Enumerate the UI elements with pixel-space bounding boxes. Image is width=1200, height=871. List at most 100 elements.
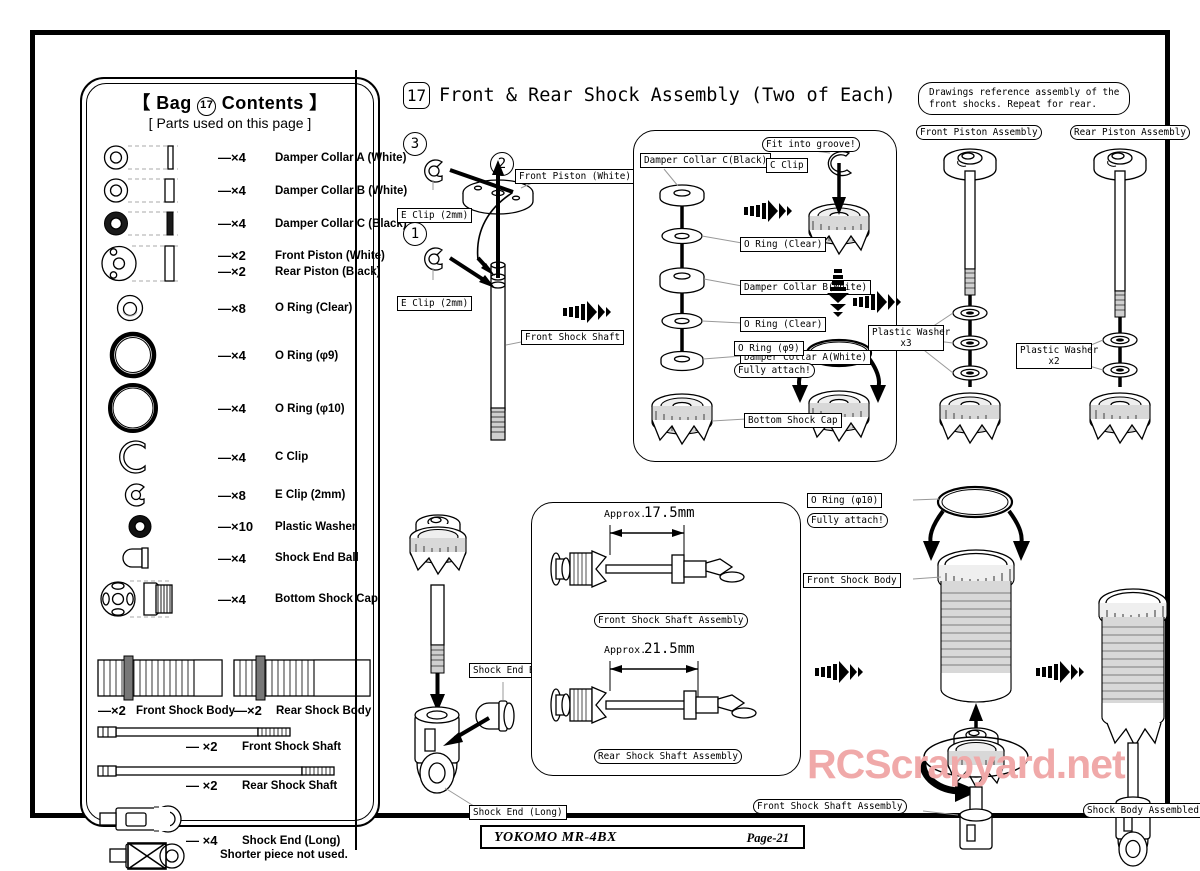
rear-shaft-group: — ×2 Rear Shock Shaft (94, 764, 374, 794)
part-row-bottom-shock-cap: —×4 Bottom Shock Cap (92, 574, 378, 624)
front-shaft-group: — ×2 Front Shock Shaft (94, 725, 374, 755)
bottom-shock-cap-icon (100, 574, 218, 624)
oring-phi9-icon (100, 329, 218, 382)
damper-collar-a-qty: —×4 (218, 150, 246, 165)
part-row-plastic-washer: —×10 Plastic Washer (92, 511, 368, 542)
front-plastic-washer-callout: Plastic Washer x3 (868, 325, 951, 351)
rear-washer-label: Plastic Washer (1020, 345, 1099, 356)
damper-collar-a-label: Damper Collar A (White) (275, 151, 407, 164)
shock-end-long-callout: Shock End (Long) (469, 805, 567, 820)
oring-clear-callout-1: O Ring (Clear) (740, 237, 827, 252)
footer-brand: YOKOMO MR-4BX (494, 830, 617, 845)
damper-collar-c-qty: —×4 (218, 216, 246, 231)
bottom-shock-cap-callout: Bottom Shock Cap (744, 413, 842, 428)
bottom-shock-cap-label: Bottom Shock Cap (275, 593, 378, 605)
c-clip-label: C Clip (275, 451, 309, 463)
damper-collar-b-qty: —×4 (218, 183, 246, 198)
process-arrow-down (827, 269, 849, 317)
e-clip-label: E Clip (2mm) (275, 489, 346, 501)
oring-phi10-icon (100, 382, 218, 435)
page-footer: YOKOMO MR-4BX Page-21 (480, 825, 805, 849)
oring-phi9-qty: —×4 (218, 348, 246, 363)
note-line-1: Drawings reference assembly of the (929, 87, 1120, 98)
bag-title-prefix: 【 Bag (132, 93, 198, 113)
rear-shaft-assembly-caption: Rear Shock Shaft Assembly (594, 749, 742, 764)
oring-clear-icon (100, 287, 218, 329)
shaft-eclip-diagram: 3 1 2 E Clip (2mm) E Clip (2mm) Front Pi… (393, 130, 643, 460)
process-arrow-1 (563, 301, 611, 323)
front-shaft-measure-block: Approx. 17.5mm Front Shock Shaft Assembl… (532, 503, 800, 639)
process-arrow-5 (1036, 661, 1084, 683)
shock-bodies-icon (97, 655, 371, 701)
shock-end-ball-label: Shock End Ball (275, 552, 359, 564)
rear-piston-qty: —×2 (218, 263, 246, 279)
rear-shock-shaft-icon (97, 765, 335, 777)
shock-end-ball-icon (100, 542, 218, 574)
c-clip-icon (100, 435, 218, 479)
part-row-oring-clear: —×8 O Ring (Clear) (92, 287, 368, 329)
damper-collar-b-icon (100, 174, 218, 207)
e-clip-qty: —×8 (218, 487, 246, 503)
not-used-label: Shorter piece not used. (220, 849, 348, 861)
shorter-piece-crossed-icon (109, 842, 185, 870)
step-number-badge: 17 (403, 82, 430, 109)
process-arrow-3 (853, 291, 901, 313)
page-frame: 【 Bag 17 Contents 】 [ Parts used on this… (30, 30, 1200, 870)
rear-shaft-qty: — ×2 (186, 778, 218, 793)
part-row-e-clip: —×8 E Clip (2mm) (92, 479, 368, 511)
front-shaft-qty: — ×2 (186, 739, 218, 754)
oring-clear-label: O Ring (Clear) (275, 302, 353, 314)
front-piston-callout: Front Piston (White) (515, 169, 635, 184)
part-row-c-clip: —×4 C Clip (92, 435, 368, 479)
bag-contents-title: 【 Bag 17 Contents 】 (82, 89, 378, 116)
oring-phi10-label: O Ring (φ10) (275, 402, 345, 415)
bag-contents-panel: 【 Bag 17 Contents 】 [ Parts used on this… (80, 77, 407, 870)
plastic-washer-icon (100, 511, 218, 542)
process-arrow-4 (815, 661, 863, 683)
rear-plastic-washer-callout: Plastic Washer x2 (1016, 343, 1099, 369)
oring-phi9-label: O Ring (φ9) (275, 349, 339, 362)
bag-subtitle: [ Parts used on this page ] (148, 115, 312, 131)
damper-collar-c-callout: Damper Collar C(Black) (640, 153, 772, 168)
oring-clear-qty: —×8 (218, 300, 246, 316)
process-arrow-2 (744, 200, 792, 222)
part-row-damper-collar-b: —×4 Damper Collar B (White) (92, 174, 407, 207)
plastic-washer-qty: —×10 (218, 519, 254, 534)
rear-shaft-measure-block: Approx. 21.5mm Rear Shock Shaft Assembly (532, 639, 800, 775)
front-shaft-assembly-caption: Front Shock Shaft Assembly (594, 613, 748, 628)
shock-bodies-group: —×2 Front Shock Body —×2 Rear Shock Body (94, 654, 374, 719)
front-shaft-label: Front Shock Shaft (242, 741, 342, 753)
front-shaft-assembly-callout: Front Shock Shaft Assembly (753, 799, 907, 814)
panel-divider (355, 70, 357, 850)
reference-note: Drawings reference assembly of the front… (918, 82, 1131, 115)
damper-collar-a-icon (100, 141, 218, 174)
shock-end-long-label: Shock End (Long) (242, 835, 341, 847)
bag-title-suffix: Contents 】 (216, 93, 328, 113)
piston-icon (100, 240, 218, 287)
e-clip-bottom-label: E Clip (2mm) (397, 296, 473, 311)
front-body-label: Front Shock Body (136, 705, 236, 717)
damper-collar-b-label: Damper Collar B (White) (275, 184, 408, 197)
parts-list: —×4 Damper Collar A (White) —×4 Damper C… (92, 141, 407, 624)
part-row-damper-collar-a: —×4 Damper Collar A (White) (92, 141, 406, 174)
part-row-oring-phi10: —×4 O Ring (φ10) (92, 382, 368, 435)
fit-into-groove-note: Fit into groove! (762, 137, 860, 152)
note-line-2: front shocks. Repeat for rear. (929, 98, 1097, 110)
oring-phi9-callout: O Ring (φ9) (734, 341, 804, 356)
piston-label-group: Front Piston (White) Rear Piston (Black) (275, 240, 385, 287)
e-clip-icon (100, 479, 218, 511)
shock-end-ball-qty: —×4 (218, 550, 246, 566)
bottom-shock-cap-qty: —×4 (218, 591, 246, 607)
front-washer-label: Plastic Washer (872, 327, 951, 338)
shock-end-diagram: Shock End Ball Shock End (Long) (393, 500, 567, 830)
step-title: 17 Front & Rear Shock Assembly (Two of E… (403, 82, 896, 109)
front-body-qty: —×2 (98, 703, 126, 718)
watermark-text: RCScrapyard.net (807, 741, 1126, 787)
plastic-washer-label: Plastic Washer (275, 520, 357, 533)
piston-qty-group: —×2 —×2 (218, 240, 246, 287)
oring-clear-callout-2: O Ring (Clear) (740, 317, 827, 332)
front-shock-shaft-callout: Front Shock Shaft (521, 330, 625, 345)
bag-number-badge: 17 (197, 97, 217, 116)
step-title-text: Front & Rear Shock Assembly (Two of Each… (439, 85, 896, 106)
rear-washer-qty: x2 (1048, 356, 1060, 367)
